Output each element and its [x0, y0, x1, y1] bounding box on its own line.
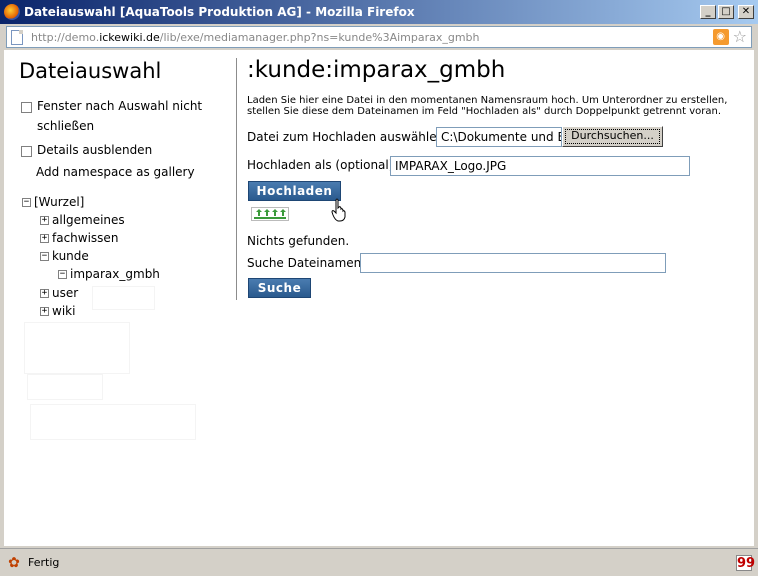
keep-window-label-line1: Fenster nach Auswahl nicht	[37, 99, 203, 113]
url-path: /lib/exe/mediamanager.php?ns=kunde%3Aimp…	[159, 30, 480, 44]
status-bar: ✿ Fertig 99	[0, 548, 758, 576]
firefox-icon	[4, 4, 20, 20]
search-label: Suche Dateinamen:	[247, 256, 366, 270]
window-titlebar: Dateiauswahl [AquaTools Produktion AG] -…	[0, 0, 758, 24]
search-input[interactable]	[360, 253, 666, 273]
tree-root[interactable]: − [Wurzel]	[22, 195, 84, 209]
upload-file-label: Datei zum Hochladen auswählen:	[247, 130, 449, 144]
redacted-block	[92, 286, 155, 310]
url-text[interactable]: http://demo.ickewiki.de/lib/exe/mediaman…	[31, 31, 713, 44]
upload-file-input[interactable]: C:\Dokumente und Ein	[436, 127, 562, 147]
redacted-block	[24, 322, 130, 374]
tree-item-label[interactable]: fachwissen	[52, 231, 118, 245]
close-button[interactable]: ✕	[738, 5, 754, 19]
tree-item-wiki[interactable]: + wiki	[40, 304, 75, 318]
tree-item-label[interactable]: imparax_gmbh	[70, 267, 160, 281]
upload-as-label: Hochladen als (optional):	[247, 158, 398, 172]
tree-item-user[interactable]: + user	[40, 286, 78, 300]
search-button[interactable]: Suche	[248, 278, 311, 298]
maximize-button[interactable]: □	[718, 5, 734, 19]
address-bar[interactable]: http://demo.ickewiki.de/lib/exe/mediaman…	[6, 26, 752, 48]
collapse-icon[interactable]: −	[40, 251, 49, 261]
upload-as-input[interactable]: IMPARAX_Logo.JPG	[390, 156, 690, 176]
page-icon	[11, 29, 23, 45]
page-content: Dateiauswahl Fenster nach Auswahl nicht …	[4, 50, 754, 546]
redacted-block	[27, 374, 103, 400]
upload-intro-text: Laden Sie hier eine Datei in den momenta…	[247, 95, 728, 117]
tree-item-allgemeines[interactable]: + allgemeines	[40, 213, 125, 227]
tree-item-label[interactable]: user	[52, 286, 78, 300]
namespace-title: :kunde:imparax_gmbh	[247, 57, 506, 83]
quote-icon[interactable]: 99	[736, 554, 755, 571]
tree-item-imparax-gmbh[interactable]: − imparax_gmbh	[58, 267, 160, 281]
status-text: Fertig	[28, 556, 60, 569]
rss-icon[interactable]: ◉	[712, 29, 729, 45]
tree-item-label[interactable]: kunde	[52, 249, 89, 263]
tree-item-fachwissen[interactable]: + fachwissen	[40, 231, 118, 245]
upload-button[interactable]: Hochladen	[248, 181, 341, 201]
expand-icon[interactable]: +	[40, 306, 49, 316]
browse-button[interactable]: Durchsuchen...	[562, 126, 663, 147]
nothing-found-text: Nichts gefunden.	[247, 234, 350, 248]
expand-icon[interactable]: +	[40, 233, 49, 243]
url-prefix: http://demo.	[31, 30, 100, 44]
keep-window-label-line2: schließen	[37, 119, 95, 133]
sidebar-title: Dateiauswahl	[19, 59, 162, 83]
collapse-icon[interactable]: −	[58, 269, 67, 279]
hide-details-checkbox[interactable]	[21, 146, 32, 157]
keep-window-checkbox[interactable]	[21, 102, 32, 113]
collapse-icon[interactable]: −	[22, 197, 31, 207]
redacted-block	[30, 404, 196, 440]
expand-icon[interactable]: +	[40, 288, 49, 298]
pane-divider	[236, 58, 237, 300]
option-hide-details[interactable]: Details ausblenden	[21, 143, 152, 160]
minimize-button[interactable]: _	[700, 5, 716, 19]
upload-progress-icon	[251, 207, 289, 221]
expand-icon[interactable]: +	[40, 215, 49, 225]
sidebar: Dateiauswahl Fenster nach Auswahl nicht …	[4, 50, 236, 546]
window-title: Dateiauswahl [AquaTools Produktion AG] -…	[24, 5, 415, 19]
url-host: ickewiki.de	[99, 30, 160, 44]
hide-details-label: Details ausblenden	[37, 143, 153, 157]
option-keep-window-open[interactable]: Fenster nach Auswahl nicht schließen	[21, 99, 202, 136]
tree-item-label[interactable]: wiki	[52, 304, 75, 318]
firefox-status-icon: ✿	[8, 554, 20, 571]
tree-item-kunde[interactable]: − kunde	[40, 249, 89, 263]
tree-root-label[interactable]: [Wurzel]	[34, 195, 84, 209]
hand-cursor-icon	[331, 198, 346, 222]
tree-item-label[interactable]: allgemeines	[52, 213, 125, 227]
add-namespace-gallery-link[interactable]: Add namespace as gallery	[36, 165, 195, 179]
star-icon[interactable]: ☆	[733, 29, 747, 45]
